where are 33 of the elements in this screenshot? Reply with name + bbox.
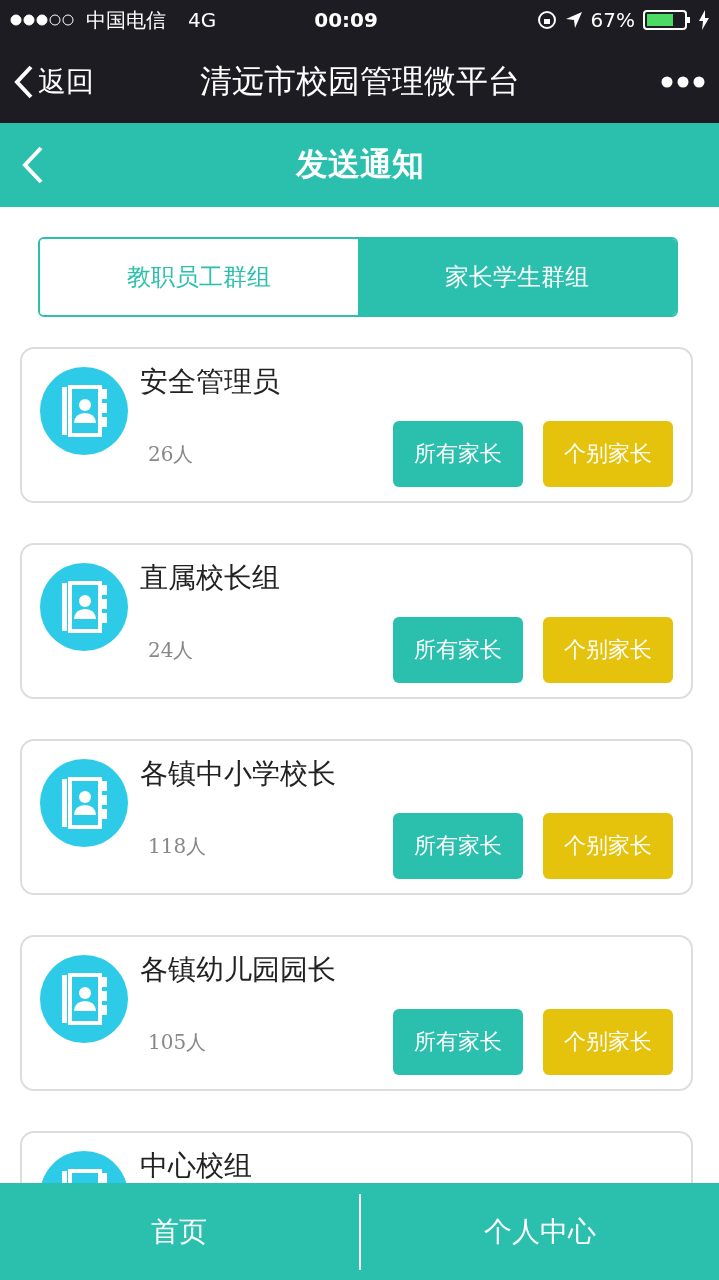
back-button[interactable]: 返回 (14, 62, 94, 101)
page-title: 发送通知 (294, 144, 425, 185)
location-arrow-icon (564, 11, 583, 29)
network-type: 4G (188, 8, 217, 32)
bottom-nav-item[interactable]: 首页 (0, 1183, 359, 1280)
battery-icon (643, 10, 691, 30)
all-parents-button[interactable]: 所有家长 (393, 813, 523, 879)
group-name: 安全管理员 (140, 364, 280, 400)
member-count: 26人 (148, 440, 195, 468)
more-icon[interactable] (661, 75, 705, 88)
all-parents-button[interactable]: 所有家长 (393, 617, 523, 683)
individual-parents-button[interactable]: 个别家长 (543, 617, 673, 683)
charging-bolt-icon (699, 10, 709, 30)
group-name: 各镇中小学校长 (140, 756, 336, 792)
battery-percent: 67% (590, 8, 635, 32)
group-tab[interactable]: 家长学生群组 (358, 239, 676, 315)
member-count: 24人 (148, 636, 195, 664)
individual-parents-button[interactable]: 个别家长 (543, 813, 673, 879)
individual-parents-button[interactable]: 个别家长 (543, 1009, 673, 1075)
group-name: 各镇幼儿园园长 (140, 952, 336, 988)
rotation-lock-icon (536, 10, 557, 30)
back-chevron-icon (14, 64, 34, 99)
member-count: 118人 (148, 832, 208, 860)
carrier-name: 中国电信 (86, 6, 166, 34)
all-parents-button[interactable]: 所有家长 (393, 421, 523, 487)
individual-parents-button[interactable]: 个别家长 (543, 421, 673, 487)
all-parents-button[interactable]: 所有家长 (393, 1009, 523, 1075)
group-name: 直属校长组 (140, 560, 280, 596)
group-name: 中心校组 (140, 1148, 252, 1183)
clock-time: 00:09 (314, 8, 378, 32)
window-title: 清远市校园管理微平台 (198, 60, 521, 102)
bottom-nav-item[interactable]: 个人中心 (360, 1183, 719, 1280)
member-count: 105人 (148, 1028, 208, 1056)
